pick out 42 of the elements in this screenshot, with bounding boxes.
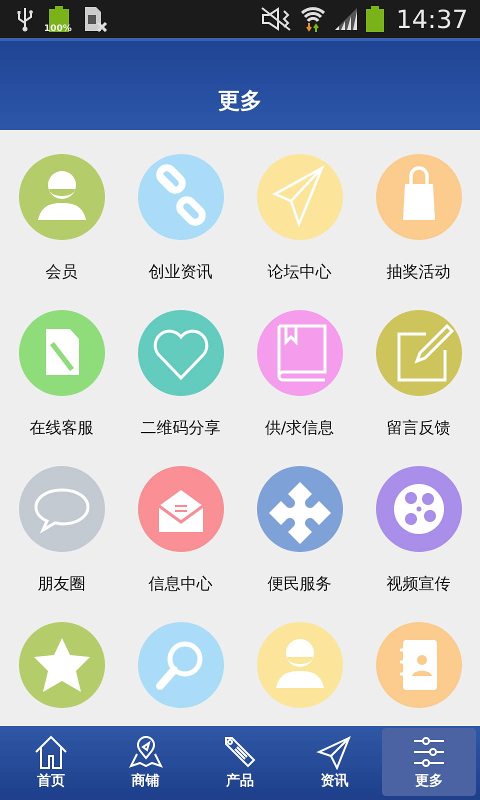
feature-label: 会员 (46, 262, 78, 283)
sim-card-icon (84, 6, 108, 32)
pencil-note-icon[interactable] (376, 310, 462, 396)
home-icon (33, 734, 70, 770)
feature-label: 供/求信息 (264, 418, 334, 439)
person-icon[interactable] (18, 154, 104, 240)
feature-label: 信息中心 (148, 574, 212, 595)
feature-label: 创业资讯 (148, 262, 212, 283)
address-book-icon[interactable] (376, 622, 462, 708)
tab[interactable]: 更多 (382, 728, 476, 796)
feature-label: 便民服务 (268, 574, 332, 595)
book-icon[interactable] (256, 310, 342, 396)
page-title: 更多 (218, 88, 262, 116)
envelope-icon[interactable] (138, 466, 224, 552)
speech-bubble-icon[interactable] (18, 466, 104, 552)
chain-link-icon[interactable] (138, 154, 224, 240)
mute-icon (260, 7, 292, 31)
clock: 14:37 (396, 4, 468, 34)
tab[interactable]: 商铺 (98, 728, 193, 796)
feature-label: 留言反馈 (386, 418, 450, 439)
feature-label: 视频宣传 (386, 574, 450, 595)
paper-plane-icon (316, 734, 352, 770)
usb-icon (16, 6, 34, 32)
paper-plane-icon[interactable] (256, 154, 342, 240)
feature-label: 论坛中心 (268, 262, 332, 283)
feature-label: 朋友圈 (38, 574, 86, 595)
feature-label: 在线客服 (30, 418, 94, 439)
signal-icon (334, 7, 358, 31)
tab[interactable]: 首页 (4, 728, 98, 796)
film-reel-icon[interactable] (376, 466, 462, 552)
tab[interactable]: 产品 (192, 728, 288, 796)
tab[interactable]: 资讯 (287, 728, 382, 796)
wifi-icon (300, 5, 326, 33)
feature-label: 二维码分享 (140, 418, 220, 439)
magnifier-icon[interactable] (138, 622, 224, 708)
person-icon[interactable] (256, 622, 342, 708)
feature-label: 抽奖活动 (386, 262, 450, 283)
shopping-bag-icon[interactable] (376, 154, 462, 240)
puzzle-icon[interactable] (256, 466, 342, 552)
battery-icon (366, 6, 384, 32)
document-pencil-icon[interactable] (18, 310, 104, 396)
map-pin-icon (128, 734, 164, 770)
